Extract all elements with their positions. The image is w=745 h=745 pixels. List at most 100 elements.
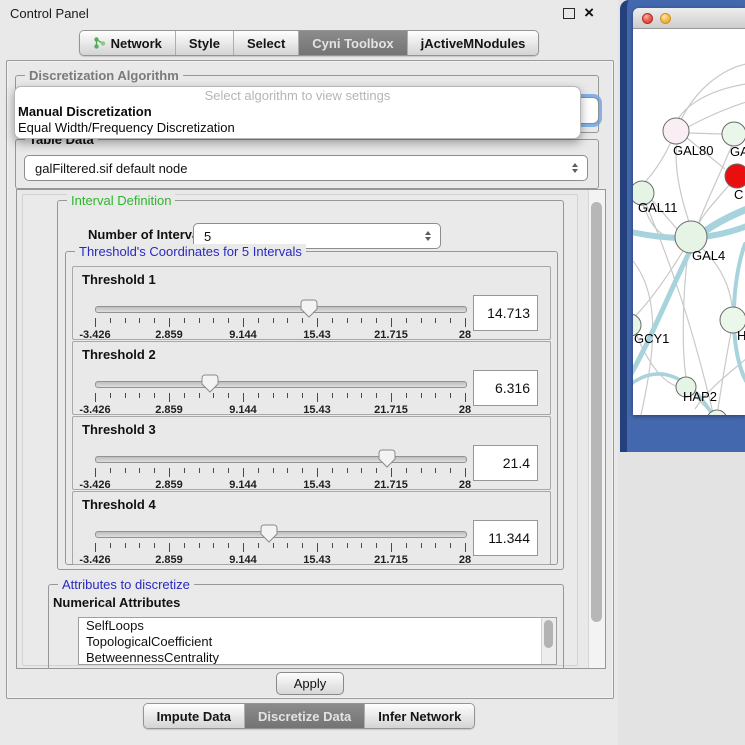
slider-tick bbox=[273, 393, 274, 398]
dropdown-item-equal-width-frequency-discretization[interactable]: Equal Width/Frequency Discretization bbox=[15, 120, 580, 136]
slider-tick bbox=[184, 393, 185, 398]
slider-tick bbox=[228, 318, 229, 323]
tab-network[interactable]: Network bbox=[80, 31, 175, 55]
control-panel: Control Panel × Network StyleSelectCyni T… bbox=[0, 0, 618, 745]
table-data-combobox[interactable]: galFiltered.sif default node bbox=[24, 155, 588, 181]
bottom-tab-impute-data[interactable]: Impute Data bbox=[144, 704, 244, 728]
slider-tick bbox=[154, 318, 155, 323]
slider-tick bbox=[95, 393, 96, 402]
node-label: GAL11 bbox=[638, 200, 678, 215]
slider-tick bbox=[332, 468, 333, 473]
slider-tick bbox=[213, 393, 214, 398]
threshold-label: Threshold 1 bbox=[82, 272, 156, 287]
settings-vertical-scrollbar[interactable] bbox=[588, 190, 605, 668]
slider-tick bbox=[213, 318, 214, 323]
dropdown-item-manual-discretization[interactable]: Manual Discretization bbox=[15, 104, 580, 120]
control-panel-titlebar: Control Panel × bbox=[0, 0, 618, 26]
slider-tick bbox=[435, 318, 436, 323]
threshold-slider[interactable]: -3.4262.8599.14415.4321.71528 bbox=[87, 376, 473, 414]
tab-style[interactable]: Style bbox=[175, 31, 233, 55]
tab-cyni-toolbox[interactable]: Cyni Toolbox bbox=[298, 31, 406, 55]
slider-tick bbox=[169, 393, 170, 402]
dropdown-prompt-item[interactable]: Select algorithm to view settings bbox=[15, 88, 580, 104]
slider-thumb[interactable] bbox=[201, 374, 219, 393]
slider-tick bbox=[347, 318, 348, 323]
slider-tick bbox=[110, 318, 111, 323]
attribute-item-topologicalcoefficient[interactable]: TopologicalCoefficient bbox=[79, 634, 556, 650]
threshold-slider[interactable]: -3.4262.8599.14415.4321.71528 bbox=[87, 451, 473, 489]
network-canvas[interactable]: GAL80GACGAL11GAL4GCY1HHAP2 bbox=[633, 29, 745, 415]
slider-tick bbox=[376, 468, 377, 473]
close-icon[interactable]: × bbox=[584, 7, 594, 19]
slider-tick bbox=[139, 393, 140, 398]
axis-tick-label: 28 bbox=[459, 404, 471, 416]
slider-tick bbox=[95, 543, 96, 552]
attributes-list-scroll-thumb[interactable] bbox=[544, 620, 553, 648]
threshold-value-field[interactable]: 21.4 bbox=[473, 445, 538, 481]
slider-tick bbox=[465, 393, 466, 402]
attributes-list-scrollbar[interactable] bbox=[541, 618, 556, 664]
slider-tick bbox=[273, 543, 274, 548]
slider-tick bbox=[317, 393, 318, 402]
slider-track[interactable] bbox=[95, 381, 467, 388]
tab-label: Network bbox=[111, 36, 162, 51]
bottom-tab-label: Impute Data bbox=[157, 709, 231, 724]
slider-tick bbox=[332, 318, 333, 323]
network-window-titlebar bbox=[633, 8, 745, 29]
slider-tick bbox=[450, 543, 451, 548]
tab-group: Network StyleSelectCyni ToolboxjActiveMNo… bbox=[79, 30, 540, 56]
network-node-gal80[interactable] bbox=[663, 118, 689, 144]
axis-tick-label: -3.426 bbox=[79, 404, 110, 416]
slider-tick bbox=[184, 468, 185, 473]
apply-button[interactable]: Apply bbox=[276, 672, 344, 695]
network-node-ga[interactable] bbox=[722, 122, 745, 146]
slider-tick bbox=[317, 468, 318, 477]
threshold-slider[interactable]: -3.4262.8599.14415.4321.71528 bbox=[87, 301, 473, 339]
network-window-frame: GAL80GACGAL11GAL4GCY1HHAP2 bbox=[620, 0, 745, 452]
network-edge bbox=[677, 64, 745, 129]
threshold-label: Threshold 3 bbox=[82, 422, 156, 437]
slider-thumb[interactable] bbox=[260, 524, 278, 543]
slider-track[interactable] bbox=[95, 531, 467, 538]
slider-tick bbox=[258, 543, 259, 548]
slider-track[interactable] bbox=[95, 456, 467, 463]
minimize-traffic-light[interactable] bbox=[660, 13, 671, 24]
slider-tick bbox=[361, 318, 362, 323]
attribute-item-betweennesscentrality[interactable]: BetweennessCentrality bbox=[79, 650, 556, 665]
threshold-value-field[interactable]: 14.713 bbox=[473, 295, 538, 331]
attribute-item-selfloops[interactable]: SelfLoops bbox=[79, 618, 556, 634]
network-graph[interactable]: GAL80GACGAL11GAL4GCY1HHAP2 bbox=[633, 29, 745, 415]
slider-tick bbox=[125, 543, 126, 548]
threshold-value-field[interactable]: 11.344 bbox=[473, 520, 538, 556]
slider-tick bbox=[95, 318, 96, 327]
slider-tick bbox=[287, 393, 288, 398]
slider-tick bbox=[199, 543, 200, 548]
bottom-tab-discretize-data[interactable]: Discretize Data bbox=[244, 704, 364, 728]
slider-thumb[interactable] bbox=[378, 449, 396, 468]
slider-thumb[interactable] bbox=[300, 299, 318, 318]
numerical-attributes-list[interactable]: SelfLoopsTopologicalCoefficientBetweenne… bbox=[78, 617, 557, 665]
threshold-slider[interactable]: -3.4262.8599.14415.4321.71528 bbox=[87, 526, 473, 564]
threshold-panel-2: Threshold 2-3.4262.8599.14415.4321.71528… bbox=[72, 341, 551, 415]
slider-tick bbox=[435, 543, 436, 548]
slider-track[interactable] bbox=[95, 306, 467, 313]
bottom-tab-infer-network[interactable]: Infer Network bbox=[364, 704, 474, 728]
close-traffic-light[interactable] bbox=[642, 13, 653, 24]
zoom-traffic-light[interactable] bbox=[678, 13, 689, 24]
slider-tick bbox=[421, 468, 422, 473]
settings-scroll-thumb[interactable] bbox=[591, 202, 602, 622]
slider-tick bbox=[435, 393, 436, 398]
network-node-c[interactable] bbox=[725, 164, 745, 188]
tab-jactivemnodules[interactable]: jActiveMNodules bbox=[407, 31, 539, 55]
slider-tick bbox=[302, 468, 303, 473]
tab-select[interactable]: Select bbox=[233, 31, 298, 55]
axis-tick-label: 21.715 bbox=[374, 329, 408, 341]
table-data-value: galFiltered.sif default node bbox=[35, 161, 187, 176]
slider-tick bbox=[302, 543, 303, 548]
slider-tick bbox=[287, 318, 288, 323]
threshold-value-field[interactable]: 6.316 bbox=[473, 370, 538, 406]
slider-tick bbox=[391, 468, 392, 477]
float-window-icon[interactable] bbox=[563, 8, 575, 19]
slider-tick bbox=[213, 468, 214, 473]
slider-tick bbox=[273, 318, 274, 323]
